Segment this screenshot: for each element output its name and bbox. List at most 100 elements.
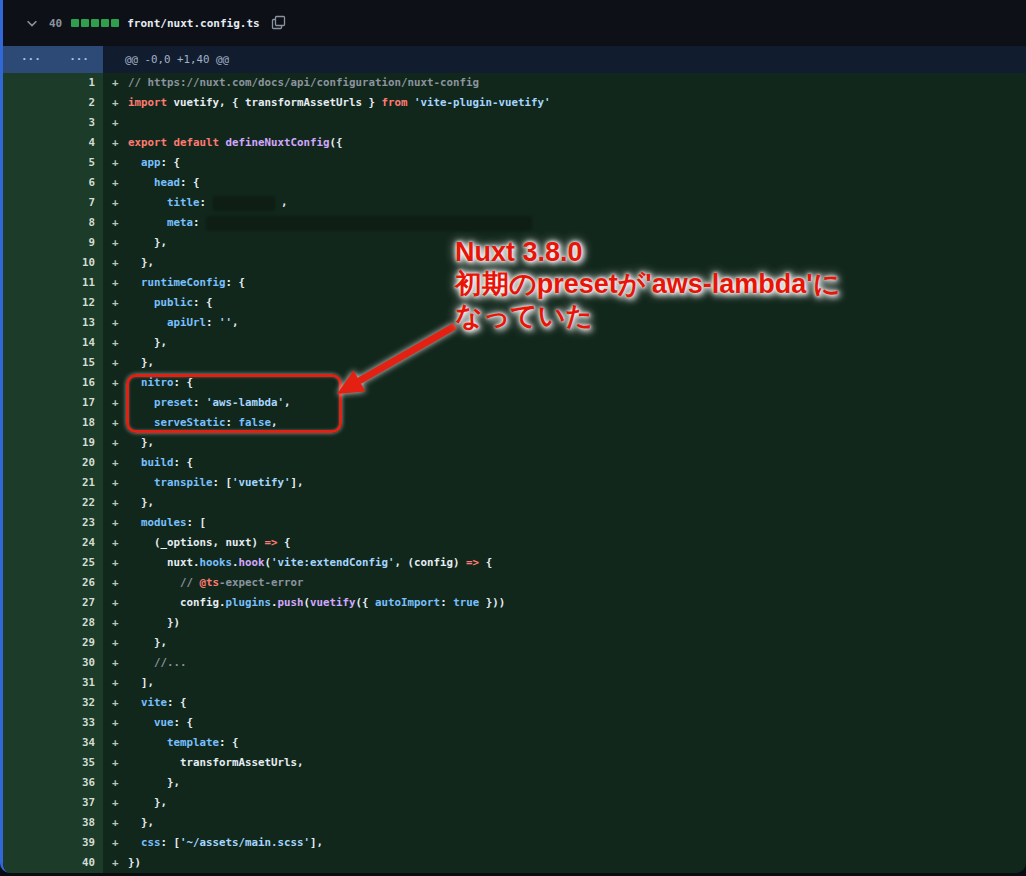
line-number[interactable]: 10: [3, 253, 103, 273]
line-number[interactable]: 22: [3, 493, 103, 513]
line-number[interactable]: 18: [3, 413, 103, 433]
code-token: defineNuxtConfig: [226, 136, 330, 149]
diff-stat-block: [81, 19, 89, 27]
line-number[interactable]: 15: [3, 353, 103, 373]
diff-line: 14+ },: [3, 333, 1026, 353]
code-token: :: [193, 216, 206, 229]
diff-line: 31+ ],: [3, 673, 1026, 693]
code-line: + (_options, nuxt) => {: [103, 533, 1026, 553]
code-line: + title: ,: [103, 193, 1026, 213]
line-number[interactable]: 19: [3, 433, 103, 453]
code-token: runtimeConfig: [141, 276, 226, 289]
code-token: [128, 736, 167, 749]
code-line: + build: {: [103, 453, 1026, 473]
line-number[interactable]: 25: [3, 553, 103, 573]
code-token: hooks: [200, 556, 233, 569]
code-token: // https://nuxt.com/docs/api/configurati…: [128, 76, 479, 89]
code-line: + },: [103, 493, 1026, 513]
line-number[interactable]: 36: [3, 773, 103, 793]
code-token: @ts: [200, 576, 220, 589]
hunk-gutter[interactable]: ··· ···: [3, 46, 103, 73]
code-token: [128, 656, 154, 669]
line-number[interactable]: 11: [3, 273, 103, 293]
chevron-down-icon[interactable]: [25, 16, 39, 30]
addition-sign: +: [112, 453, 128, 473]
line-number[interactable]: 26: [3, 573, 103, 593]
line-number[interactable]: 14: [3, 333, 103, 353]
addition-sign: +: [112, 293, 128, 313]
line-number[interactable]: 17: [3, 393, 103, 413]
diff-line: 7+ title: ,: [3, 193, 1026, 213]
line-number[interactable]: 9: [3, 233, 103, 253]
code-token: public: [154, 296, 193, 309]
line-number[interactable]: 31: [3, 673, 103, 693]
code-token: [128, 156, 141, 169]
line-number[interactable]: 3: [3, 113, 103, 133]
diff-line: 24+ (_options, nuxt) => {: [3, 533, 1026, 553]
line-number[interactable]: 37: [3, 793, 103, 813]
diff-line: 22+ },: [3, 493, 1026, 513]
code-token: },: [128, 776, 180, 789]
line-number[interactable]: 7: [3, 193, 103, 213]
line-number[interactable]: 35: [3, 753, 103, 773]
code-token: transpile: [154, 476, 213, 489]
diff-lines: 1+// https://nuxt.com/docs/api/configura…: [3, 73, 1026, 873]
line-number[interactable]: 30: [3, 653, 103, 673]
line-number[interactable]: 38: [3, 813, 103, 833]
code-token: : {: [174, 456, 194, 469]
code-token: }): [128, 856, 141, 869]
line-number[interactable]: 13: [3, 313, 103, 333]
addition-sign: +: [112, 573, 128, 593]
diff-line: 32+ vite: {: [3, 693, 1026, 713]
line-number[interactable]: 6: [3, 173, 103, 193]
line-number[interactable]: 12: [3, 293, 103, 313]
line-number[interactable]: 33: [3, 713, 103, 733]
line-number[interactable]: 29: [3, 633, 103, 653]
line-number[interactable]: 32: [3, 693, 103, 713]
line-number[interactable]: 8: [3, 213, 103, 233]
code-line: + vite: {: [103, 693, 1026, 713]
code-token: [128, 176, 154, 189]
diff-stat-block: [101, 19, 109, 27]
copy-path-icon[interactable]: [270, 15, 286, 31]
line-number[interactable]: 2: [3, 93, 103, 113]
code-token: },: [128, 436, 154, 449]
line-number[interactable]: 39: [3, 833, 103, 853]
addition-sign: +: [112, 833, 128, 853]
addition-sign: +: [112, 593, 128, 613]
addition-sign: +: [112, 213, 128, 233]
code-token: =>: [466, 556, 479, 569]
diff-line: 1+// https://nuxt.com/docs/api/configura…: [3, 73, 1026, 93]
line-number[interactable]: 21: [3, 473, 103, 493]
line-number[interactable]: 5: [3, 153, 103, 173]
code-line: +// https://nuxt.com/docs/api/configurat…: [103, 73, 1026, 93]
code-line: + transpile: ['vuetify'],: [103, 473, 1026, 493]
addition-sign: +: [112, 533, 128, 553]
addition-sign: +: [112, 553, 128, 573]
code-token: '~/assets/main.scss': [180, 836, 310, 849]
line-number[interactable]: 34: [3, 733, 103, 753]
line-number[interactable]: 4: [3, 133, 103, 153]
code-line: + ],: [103, 673, 1026, 693]
code-line: + app: {: [103, 153, 1026, 173]
code-token: nuxt.: [128, 556, 200, 569]
code-token: },: [128, 336, 167, 349]
code-token: : {: [167, 696, 187, 709]
diff-line: 37+ },: [3, 793, 1026, 813]
line-number[interactable]: 40: [3, 853, 103, 873]
line-number[interactable]: 1: [3, 73, 103, 93]
line-number[interactable]: 23: [3, 513, 103, 533]
annotation-highlight-box: [126, 374, 342, 433]
diff-line: 15+ },: [3, 353, 1026, 373]
line-number[interactable]: 20: [3, 453, 103, 473]
diff-line: 19+ },: [3, 433, 1026, 453]
line-number[interactable]: 27: [3, 593, 103, 613]
addition-sign: +: [112, 173, 128, 193]
diff-stat-block: [111, 19, 119, 27]
line-number[interactable]: 16: [3, 373, 103, 393]
code-token: : {: [226, 276, 246, 289]
line-number[interactable]: 28: [3, 613, 103, 633]
hunk-header-row: ··· ··· @@ -0,0 +1,40 @@: [3, 46, 1026, 73]
line-number[interactable]: 24: [3, 533, 103, 553]
code-token: plugins: [226, 596, 272, 609]
